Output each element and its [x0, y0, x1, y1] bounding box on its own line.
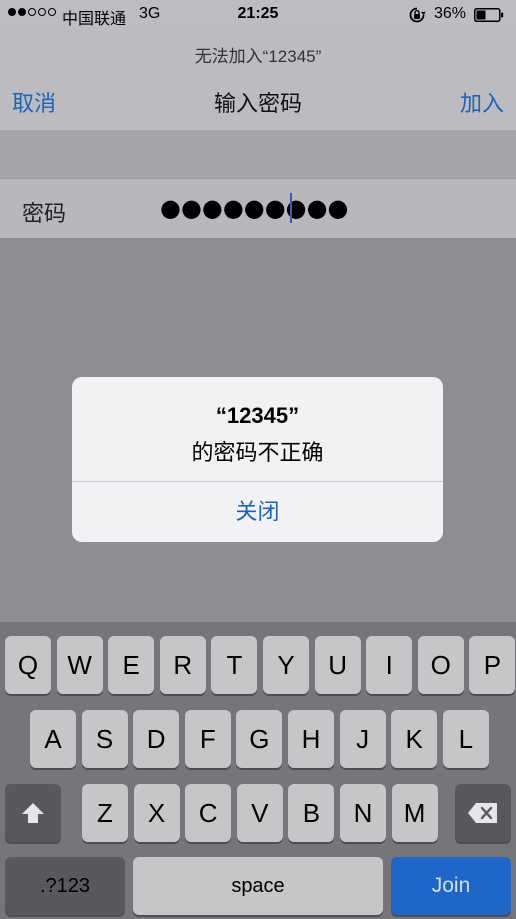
numbers-key[interactable]: .?123	[5, 857, 125, 915]
key-g[interactable]: G	[236, 710, 283, 768]
page-title: 输入密码	[213, 91, 302, 116]
status-bar: 中国联通 3G 21:25 36%	[0, 0, 516, 30]
keyboard: .?123 space Join QWERTYUIOP ASDFGHJKL ZXCV…	[0, 622, 516, 919]
key-e[interactable]: E	[108, 636, 155, 694]
key-j[interactable]: J	[339, 710, 386, 768]
key-n[interactable]: N	[340, 784, 386, 842]
space-key[interactable]: space	[133, 857, 383, 915]
key-p[interactable]: P	[469, 636, 516, 694]
key-b[interactable]: B	[288, 784, 335, 842]
key-t[interactable]: T	[211, 636, 258, 694]
password-input[interactable]: ●●●●●●●●●	[160, 194, 348, 222]
key-d[interactable]: D	[133, 710, 180, 768]
key-q[interactable]: Q	[5, 636, 51, 694]
backspace-icon	[468, 803, 497, 823]
key-c[interactable]: C	[185, 784, 232, 842]
text-caret	[290, 193, 292, 223]
key-a[interactable]: A	[30, 710, 76, 768]
shift-key[interactable]	[5, 784, 61, 842]
close-alert-button[interactable]: 关闭	[72, 482, 443, 542]
key-i[interactable]: I	[366, 636, 413, 694]
rotation-lock-icon	[409, 7, 426, 23]
key-m[interactable]: M	[391, 784, 438, 842]
join-button[interactable]: 加入	[460, 86, 504, 118]
key-u[interactable]: U	[314, 636, 361, 694]
key-l[interactable]: L	[442, 710, 489, 768]
key-r[interactable]: R	[159, 636, 206, 694]
delete-key[interactable]	[455, 784, 511, 842]
join-key[interactable]: Join	[391, 857, 511, 915]
alert-title: “12345”	[215, 403, 300, 428]
key-f[interactable]: F	[184, 710, 231, 768]
navigation-bar: 无法加入“12345” 取消 输入密码 加入	[0, 30, 516, 131]
key-w[interactable]: W	[56, 636, 103, 694]
key-y[interactable]: Y	[263, 636, 309, 694]
shift-arrow-icon	[22, 803, 44, 823]
key-s[interactable]: S	[81, 710, 128, 768]
network-prompt: 无法加入“12345”	[194, 47, 322, 66]
password-label: 密码	[22, 201, 67, 226]
alert-message: 的密码不正确	[191, 440, 324, 465]
group-spacer	[0, 131, 516, 178]
key-v[interactable]: V	[236, 784, 283, 842]
battery-icon	[474, 8, 504, 22]
key-h[interactable]: H	[288, 710, 334, 768]
key-z[interactable]: Z	[82, 784, 128, 842]
key-k[interactable]: K	[391, 710, 438, 768]
incorrect-password-alert: “12345” 的密码不正确 关闭	[72, 377, 443, 542]
password-field-row[interactable]: 密码 ●●●●●●●●●	[0, 178, 516, 239]
battery-percent: 36%	[434, 5, 467, 22]
key-x[interactable]: X	[133, 784, 180, 842]
key-o[interactable]: O	[417, 636, 464, 694]
